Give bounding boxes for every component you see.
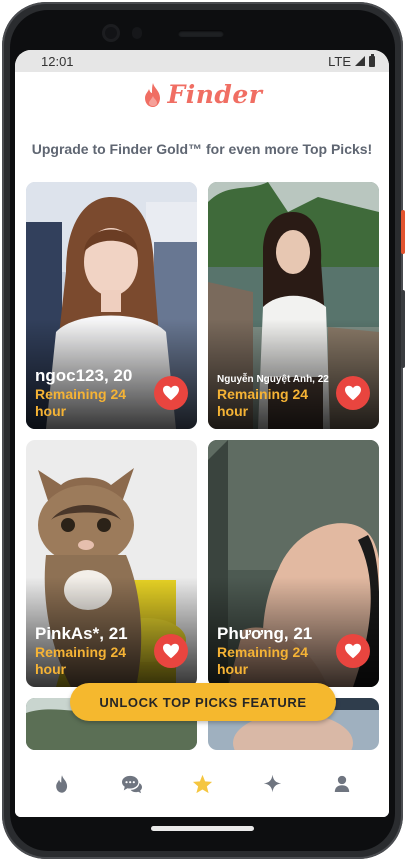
nav-explore[interactable] (252, 764, 292, 804)
heart-icon (163, 385, 179, 401)
top-pick-card[interactable]: Nguyễn Nguyệt Anh, 22 Remaining 24 hour (208, 182, 379, 429)
sparkle-icon (263, 774, 281, 793)
card-remaining-time: Remaining 24 hour (217, 644, 309, 677)
front-camera (102, 24, 120, 42)
card-remaining-time: Remaining 24 hour (35, 386, 127, 419)
card-remaining-time: Remaining 24 hour (217, 386, 309, 419)
top-pick-card[interactable]: Phương, 21 Remaining 24 hour (208, 440, 379, 687)
card-name: Nguyễn Nguyệt Anh, 22 (217, 374, 329, 385)
unlock-top-picks-button[interactable]: UNLOCK TOP PICKS FEATURE (70, 683, 336, 721)
app-name: Finder (167, 80, 263, 109)
flame-logo-icon (144, 82, 160, 107)
app-logo: Finder (15, 80, 389, 109)
heart-icon (345, 385, 361, 401)
power-button (401, 210, 405, 254)
heart-icon (163, 643, 179, 659)
signal-icon (355, 56, 365, 66)
proximity-sensor (132, 27, 142, 39)
nav-profile[interactable] (322, 764, 362, 804)
card-name: PinkAs*, 21 (35, 624, 128, 643)
star-icon (192, 774, 212, 793)
top-pick-card[interactable]: PinkAs*, 21 Remaining 24 hour (26, 440, 197, 687)
earpiece-speaker (178, 30, 224, 37)
card-remaining-time: Remaining 24 hour (35, 644, 127, 677)
like-button[interactable] (336, 634, 370, 668)
battery-icon (369, 53, 375, 67)
status-icons: LTE (328, 53, 375, 69)
card-name: Phương, 21 (217, 624, 313, 643)
home-indicator[interactable] (151, 826, 254, 831)
phone-frame: 12:01 LTE Finder Upgrade to Finder Gold™… (0, 0, 407, 863)
network-type: LTE (328, 53, 351, 69)
nav-swipe[interactable] (42, 764, 82, 804)
heart-icon (345, 643, 361, 659)
volume-button (401, 290, 405, 368)
bottom-navigation (15, 750, 389, 817)
like-button[interactable] (336, 376, 370, 410)
status-time: 12:01 (41, 53, 74, 69)
status-bar: 12:01 LTE (15, 50, 389, 72)
chat-icon (122, 775, 142, 793)
like-button[interactable] (154, 376, 188, 410)
profile-icon (334, 775, 350, 792)
card-name: ngoc123, 20 (35, 366, 133, 385)
app-screen: 12:01 LTE Finder Upgrade to Finder Gold™… (15, 50, 389, 817)
nav-messages[interactable] (112, 764, 152, 804)
nav-top-picks[interactable] (182, 764, 222, 804)
top-pick-card[interactable]: ngoc123, 20 Remaining 24 hour (26, 182, 197, 429)
like-button[interactable] (154, 634, 188, 668)
flame-icon (56, 774, 68, 793)
promo-banner-text[interactable]: Upgrade to Finder Gold™ for even more To… (15, 141, 389, 157)
